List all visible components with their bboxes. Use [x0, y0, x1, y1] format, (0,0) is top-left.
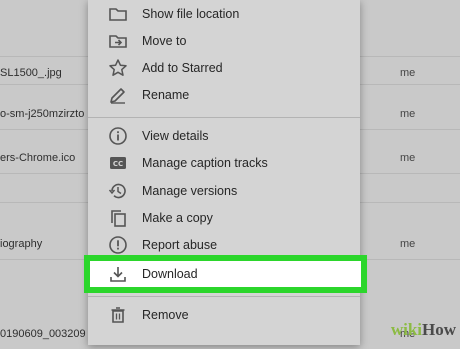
menu-item-show-file-location[interactable]: Show file location	[88, 0, 360, 27]
svg-text:CC: CC	[113, 160, 123, 168]
wikihow-watermark: wiki How	[358, 317, 456, 343]
trash-icon	[108, 305, 128, 325]
history-icon	[108, 181, 128, 201]
menu-item-download[interactable]: Download	[88, 261, 360, 287]
move-to-icon	[108, 31, 128, 51]
pencil-icon	[108, 85, 128, 105]
menu-item-manage-caption-tracks[interactable]: CC Manage caption tracks	[88, 149, 360, 176]
menu-item-label: Download	[142, 267, 198, 281]
file-owner: me	[400, 108, 416, 120]
menu-item-label: Rename	[142, 88, 190, 102]
menu-item-rename[interactable]: Rename	[88, 81, 360, 108]
report-icon	[108, 235, 128, 255]
download-icon	[108, 264, 128, 284]
star-icon	[108, 58, 128, 78]
file-name: iography	[0, 238, 43, 250]
file-name: o-sm-j250mzirzto	[0, 108, 85, 120]
menu-divider	[88, 117, 360, 118]
menu-item-label: Add to Starred	[142, 61, 223, 75]
file-name: ers-Chrome.ico	[0, 152, 76, 164]
file-name: SL1500_.jpg	[0, 67, 62, 79]
info-icon	[108, 126, 128, 146]
context-menu: Show file location Move to Add to Starre…	[88, 0, 360, 345]
menu-item-label: View details	[142, 129, 209, 143]
file-owner: me	[400, 67, 416, 79]
menu-divider	[88, 296, 360, 297]
menu-item-view-details[interactable]: View details	[88, 122, 360, 149]
menu-item-manage-versions[interactable]: Manage versions	[88, 177, 360, 204]
file-owner: me	[400, 238, 416, 250]
menu-item-remove[interactable]: Remove	[88, 301, 360, 328]
folder-icon	[108, 4, 128, 24]
copy-icon	[108, 208, 128, 228]
cc-icon: CC	[108, 153, 128, 173]
menu-item-move-to[interactable]: Move to	[88, 27, 360, 54]
menu-item-label: Report abuse	[142, 238, 218, 252]
menu-item-label: Make a copy	[142, 211, 213, 225]
file-owner: me	[400, 152, 416, 164]
menu-item-make-a-copy[interactable]: Make a copy	[88, 204, 360, 231]
menu-item-add-to-starred[interactable]: Add to Starred	[88, 54, 360, 81]
menu-item-report-abuse[interactable]: Report abuse	[88, 231, 360, 258]
watermark-how: How	[422, 320, 456, 339]
file-name: 0190609_003209	[0, 328, 86, 340]
menu-item-label: Manage caption tracks	[142, 156, 268, 170]
menu-item-label: Move to	[142, 34, 187, 48]
menu-item-label: Show file location	[142, 7, 240, 21]
watermark-wiki: wiki	[390, 320, 422, 339]
menu-item-label: Manage versions	[142, 184, 238, 198]
menu-item-label: Remove	[142, 308, 189, 322]
